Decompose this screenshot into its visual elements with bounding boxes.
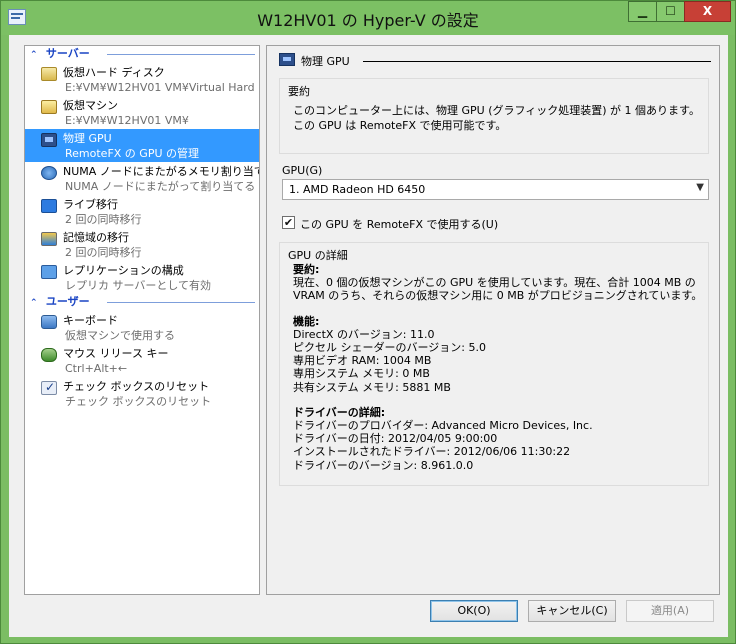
nav-item-label: レプリケーションの構成 — [63, 264, 184, 277]
minimize-button[interactable]: ▁ — [628, 1, 656, 22]
nav-item-checkbox-reset[interactable]: チェック ボックスのリセット チェック ボックスのリセット — [25, 377, 259, 410]
close-button[interactable]: X — [684, 1, 731, 22]
nav-item-label: キーボード — [63, 314, 118, 327]
nav-item-label: 記憶域の移行 — [63, 231, 129, 244]
capability-line: 共有システム メモリ: 5881 MB — [293, 380, 451, 394]
heading-divider — [363, 61, 711, 62]
capabilities-heading: 機能: — [293, 314, 320, 328]
driver-line: ドライバーのプロバイダー: Advanced Micro Devices, In… — [293, 419, 593, 433]
nav-item-label: マウス リリース キー — [63, 347, 169, 360]
mouse-icon — [41, 348, 57, 362]
capability-line: DirectX のバージョン: 11.0 — [293, 327, 435, 341]
section-divider — [107, 54, 255, 55]
nav-item-label: NUMA ノードにまたがるメモリ割り当て — [63, 165, 259, 178]
capability-line: ピクセル シェーダーのバージョン: 5.0 — [293, 341, 486, 355]
nav-item-storage-migration[interactable]: 記憶域の移行 2 回の同時移行 — [25, 228, 259, 261]
nav-item-subtext: 2 回の同時移行 — [65, 246, 142, 259]
section-title: ユーザー — [45, 295, 90, 308]
storage-migration-icon — [41, 232, 57, 246]
section-header-user[interactable]: ⌃ ユーザー — [25, 294, 259, 311]
gpu-select-value: 1. AMD Radeon HD 6450 — [289, 183, 426, 196]
nav-item-label: 仮想マシン — [63, 99, 118, 112]
collapse-chevron-icon[interactable]: ⌃ — [30, 47, 42, 63]
section-divider — [107, 302, 255, 303]
gpu-details-group: GPU の詳細 要約: 現在、0 個の仮想マシンがこの GPU を使用しています… — [279, 242, 709, 486]
replication-icon — [41, 265, 57, 279]
details-summary-text: 現在、0 個の仮想マシンがこの GPU を使用しています。現在、合計 1004 … — [293, 276, 703, 303]
nav-item-keyboard[interactable]: キーボード 仮想マシンで使用する — [25, 311, 259, 344]
capability-line: 専用システム メモリ: 0 MB — [293, 367, 430, 381]
nav-item-subtext: チェック ボックスのリセット — [65, 395, 212, 408]
use-remotefx-checkbox[interactable]: ✔ — [282, 216, 295, 229]
gpu-icon — [41, 133, 57, 147]
gpu-select-label: GPU(G) — [282, 164, 323, 177]
driver-details-heading: ドライバーの詳細: — [293, 405, 386, 419]
nav-item-label: ライブ移行 — [63, 198, 118, 211]
live-migration-icon — [41, 199, 57, 213]
gpu-select[interactable]: 1. AMD Radeon HD 6450 ▼ — [282, 179, 709, 200]
panel-title: 物理 GPU — [301, 55, 350, 68]
nav-item-label: 仮想ハード ディスク — [63, 66, 165, 79]
summary-text: このコンピューター上には、物理 GPU (グラフィック処理装置) が 1 個あり… — [293, 104, 700, 132]
nav-item-virtual-hard-disk[interactable]: 仮想ハード ディスク E:¥VM¥W12HV01 VM¥Virtual Hard… — [25, 63, 259, 96]
cancel-button[interactable]: キャンセル(C) — [528, 600, 616, 622]
gpu-details-title: GPU の詳細 — [288, 249, 348, 262]
driver-line: インストールされたドライバー: 2012/06/06 11:30:22 — [293, 445, 571, 459]
nav-item-label: 物理 GPU — [63, 132, 112, 145]
nav-item-label: チェック ボックスのリセット — [63, 380, 210, 393]
summary-group: 要約 このコンピューター上には、物理 GPU (グラフィック処理装置) が 1 … — [279, 78, 709, 154]
details-summary-heading: 要約: — [293, 263, 320, 276]
summary-group-title: 要約 — [288, 85, 310, 98]
keyboard-icon — [41, 315, 57, 329]
section-title: サーバー — [45, 47, 90, 60]
gpu-settings-panel: 物理 GPU 要約 このコンピューター上には、物理 GPU (グラフィック処理装… — [266, 45, 720, 595]
title-bar[interactable]: W12HV01 の Hyper-V の設定 ▁ ☐ X — [1, 1, 735, 35]
driver-line: ドライバーの日付: 2012/04/05 9:00:00 — [293, 432, 498, 446]
nav-item-subtext: レプリカ サーバーとして有効 — [65, 279, 212, 292]
settings-window: W12HV01 の Hyper-V の設定 ▁ ☐ X ⌃ サーバー 仮想ハード… — [0, 0, 736, 644]
driver-line: ドライバーのバージョン: 8.961.0.0 — [293, 458, 474, 472]
nav-item-numa-spanning[interactable]: NUMA ノードにまたがるメモリ割り当て NUMA ノードにまたがって割り当てる — [25, 162, 259, 195]
nav-item-replication[interactable]: レプリケーションの構成 レプリカ サーバーとして有効 — [25, 261, 259, 294]
maximize-button[interactable]: ☐ — [656, 1, 684, 22]
nav-item-subtext: E:¥VM¥W12HV01 VM¥ — [65, 114, 189, 127]
capability-line: 専用ビデオ RAM: 1004 MB — [293, 354, 432, 368]
nav-item-subtext: NUMA ノードにまたがって割り当てる — [65, 180, 256, 193]
nav-item-mouse-release-key[interactable]: マウス リリース キー Ctrl+Alt+← — [25, 344, 259, 377]
nav-item-subtext: 2 回の同時移行 — [65, 213, 142, 226]
gpu-icon — [279, 53, 295, 66]
checkbox-reset-icon — [41, 380, 57, 395]
section-header-server[interactable]: ⌃ サーバー — [25, 46, 259, 63]
ok-button[interactable]: OK(O) — [430, 600, 518, 622]
nav-item-physical-gpu[interactable]: 物理 GPU RemoteFX の GPU の管理 — [25, 129, 259, 162]
apply-button[interactable]: 適用(A) — [626, 600, 714, 622]
gpu-details-body: 要約: 現在、0 個の仮想マシンがこの GPU を使用しています。現在、合計 1… — [293, 263, 703, 472]
collapse-chevron-icon[interactable]: ⌃ — [30, 295, 42, 311]
numa-icon — [41, 166, 57, 180]
chevron-down-icon[interactable]: ▼ — [696, 182, 704, 193]
nav-item-subtext: E:¥VM¥W12HV01 VM¥Virtual Hard ... — [65, 81, 259, 94]
window-title: W12HV01 の Hyper-V の設定 — [257, 11, 479, 30]
dialog-client-area: ⌃ サーバー 仮想ハード ディスク E:¥VM¥W12HV01 VM¥Virtu… — [9, 35, 728, 637]
nav-item-subtext: Ctrl+Alt+← — [65, 362, 128, 375]
nav-item-subtext: RemoteFX の GPU の管理 — [65, 147, 200, 160]
virtual-disk-icon — [41, 67, 57, 81]
settings-navigation: ⌃ サーバー 仮想ハード ディスク E:¥VM¥W12HV01 VM¥Virtu… — [24, 45, 260, 595]
use-remotefx-label[interactable]: この GPU を RemoteFX で使用する(U) — [300, 216, 498, 232]
nav-item-live-migration[interactable]: ライブ移行 2 回の同時移行 — [25, 195, 259, 228]
nav-item-subtext: 仮想マシンで使用する — [65, 329, 175, 342]
virtual-machine-icon — [41, 100, 57, 114]
panel-heading: 物理 GPU — [279, 52, 711, 70]
nav-item-virtual-machine[interactable]: 仮想マシン E:¥VM¥W12HV01 VM¥ — [25, 96, 259, 129]
